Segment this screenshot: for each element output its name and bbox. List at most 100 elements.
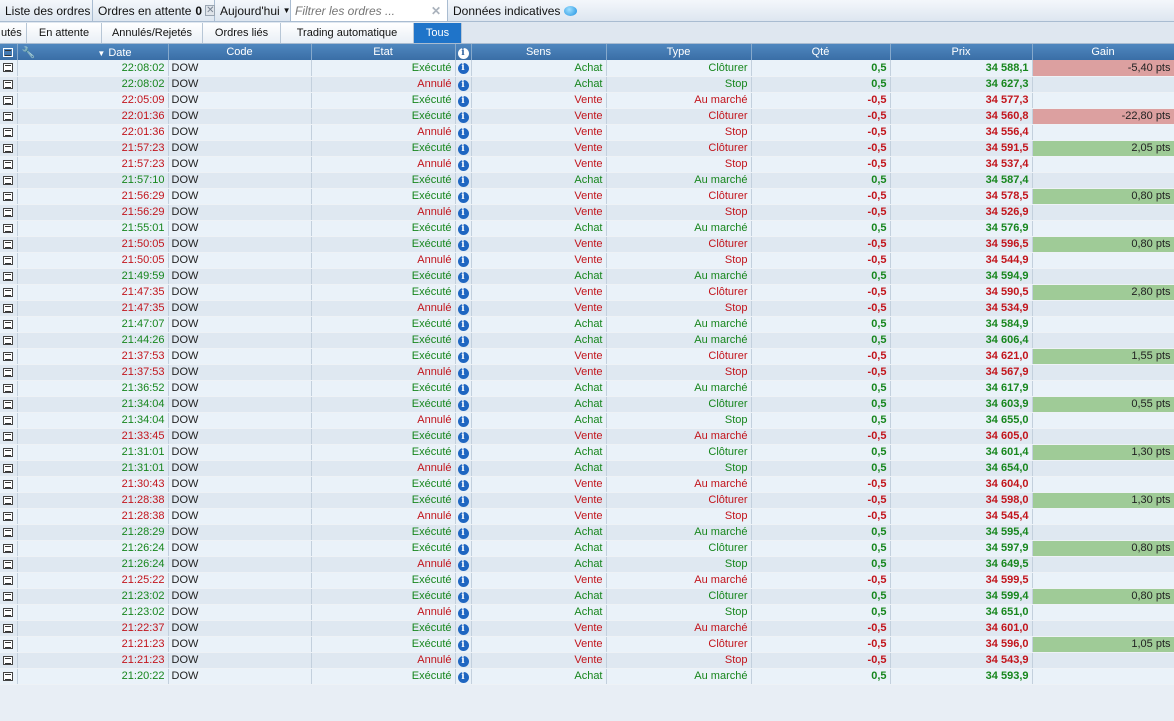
table-row[interactable]: 21:57:10 DOW Exécuté i Achat Au marché 0,5 34 5… <box>0 172 1174 189</box>
table-row[interactable]: 21:21:23 DOW Exécuté i Vente Clôturer -0,5 34 5… <box>0 636 1174 653</box>
info-cell[interactable]: i <box>455 636 472 653</box>
info-cell[interactable]: i <box>455 284 472 301</box>
table-row[interactable]: 21:56:29 DOW Exécuté i Vente Clôturer -0,5 34 5… <box>0 188 1174 205</box>
info-cell[interactable]: i <box>455 476 472 493</box>
table-row[interactable]: 21:31:01 DOW Exécuté i Achat Clôturer 0,5 34 60… <box>0 444 1174 461</box>
table-row[interactable]: 21:30:43 DOW Exécuté i Vente Au marché -0,5 34 … <box>0 476 1174 493</box>
document-icon[interactable] <box>3 271 14 281</box>
prix-column-header[interactable]: Prix <box>890 44 1033 60</box>
info-cell[interactable]: i <box>455 220 472 237</box>
info-icon[interactable]: i <box>457 527 469 539</box>
info-icon[interactable]: i <box>457 479 469 491</box>
detail-cell[interactable] <box>0 220 18 237</box>
info-icon[interactable]: i <box>457 591 469 603</box>
table-row[interactable]: 21:31:01 DOW Annulé i Achat Stop 0,5 34 654,0 <box>0 460 1174 477</box>
info-cell[interactable]: i <box>455 444 472 461</box>
info-cell[interactable]: i <box>455 268 472 285</box>
info-icon[interactable]: i <box>457 191 469 203</box>
table-row[interactable]: 22:05:09 DOW Exécuté i Vente Au marché -0,5 34 … <box>0 92 1174 109</box>
info-cell[interactable]: i <box>455 668 472 685</box>
detail-cell[interactable] <box>0 524 18 541</box>
detail-cell[interactable] <box>0 572 18 589</box>
table-row[interactable]: 21:37:53 DOW Exécuté i Vente Clôturer -0,5 34 6… <box>0 348 1174 365</box>
gain-column-header[interactable]: Gain <box>1032 44 1174 60</box>
type-column-header[interactable]: Type <box>606 44 752 60</box>
document-icon[interactable] <box>3 287 14 297</box>
detail-cell[interactable] <box>0 668 18 685</box>
document-icon[interactable] <box>3 607 14 617</box>
info-cell[interactable]: i <box>455 380 472 397</box>
info-cell[interactable]: i <box>455 620 472 637</box>
document-icon[interactable] <box>3 431 14 441</box>
info-icon[interactable]: i <box>457 223 469 235</box>
indicative-data[interactable]: Données indicatives <box>448 0 582 21</box>
detail-cell[interactable] <box>0 92 18 109</box>
info-cell[interactable]: i <box>455 396 472 413</box>
detail-cell[interactable] <box>0 252 18 269</box>
info-icon[interactable]: i <box>457 559 469 571</box>
document-icon[interactable] <box>3 463 14 473</box>
info-cell[interactable]: i <box>455 652 472 669</box>
info-icon[interactable]: i <box>457 671 469 683</box>
info-cell[interactable]: i <box>455 508 472 525</box>
detail-cell[interactable] <box>0 172 18 189</box>
info-cell[interactable]: i <box>455 428 472 445</box>
sens-column-header[interactable]: Sens <box>471 44 607 60</box>
document-icon[interactable] <box>3 415 14 425</box>
document-icon[interactable] <box>3 95 14 105</box>
table-row[interactable]: 21:47:35 DOW Annulé i Vente Stop -0,5 34 534,9 <box>0 300 1174 317</box>
table-row[interactable]: 21:50:05 DOW Annulé i Vente Stop -0,5 34 544,9 <box>0 252 1174 269</box>
info-cell[interactable]: i <box>455 108 472 125</box>
detail-cell[interactable] <box>0 508 18 525</box>
document-icon[interactable] <box>3 239 14 249</box>
detail-cell[interactable] <box>0 156 18 173</box>
info-icon[interactable]: i <box>457 447 469 459</box>
info-cell[interactable]: i <box>455 540 472 557</box>
table-row[interactable]: 21:47:35 DOW Exécuté i Vente Clôturer -0,5 34 5… <box>0 284 1174 301</box>
table-row[interactable]: 21:28:38 DOW Exécuté i Vente Clôturer -0,5 34 5… <box>0 492 1174 509</box>
table-row[interactable]: 21:37:53 DOW Annulé i Vente Stop -0,5 34 567,9 <box>0 364 1174 381</box>
table-row[interactable]: 21:44:26 DOW Exécuté i Achat Au marché 0,5 34 6… <box>0 332 1174 349</box>
info-cell[interactable]: i <box>455 188 472 205</box>
info-cell[interactable]: i <box>455 348 472 365</box>
detail-cell[interactable] <box>0 492 18 509</box>
table-row[interactable]: 21:20:22 DOW Exécuté i Achat Au marché 0,5 34 5… <box>0 668 1174 685</box>
document-icon[interactable] <box>3 559 14 569</box>
document-icon[interactable] <box>3 207 14 217</box>
orders-list-button[interactable]: Liste des ordres <box>0 0 93 21</box>
info-icon[interactable]: i <box>457 367 469 379</box>
info-icon[interactable]: i <box>457 95 469 107</box>
detail-cell[interactable] <box>0 188 18 205</box>
clear-pending-icon[interactable]: ✕ <box>205 5 216 16</box>
detail-cell[interactable] <box>0 540 18 557</box>
table-row[interactable]: 21:21:23 DOW Annulé i Vente Stop -0,5 34 543,9 <box>0 652 1174 669</box>
info-cell[interactable]: i <box>455 236 472 253</box>
detail-cell[interactable] <box>0 348 18 365</box>
info-cell[interactable]: i <box>455 156 472 173</box>
info-icon[interactable]: i <box>457 319 469 331</box>
document-icon[interactable] <box>3 671 14 681</box>
table-row[interactable]: 21:50:05 DOW Exécuté i Vente Clôturer -0,5 34 5… <box>0 236 1174 253</box>
info-icon[interactable]: i <box>457 399 469 411</box>
info-icon[interactable]: i <box>457 335 469 347</box>
info-icon[interactable]: i <box>457 623 469 635</box>
info-icon[interactable]: i <box>457 175 469 187</box>
table-row[interactable]: 21:23:02 DOW Exécuté i Achat Clôturer 0,5 34 59… <box>0 588 1174 605</box>
table-row[interactable]: 21:34:04 DOW Exécuté i Achat Clôturer 0,5 34 60… <box>0 396 1174 413</box>
detail-cell[interactable] <box>0 412 18 429</box>
info-icon[interactable]: i <box>457 255 469 267</box>
info-icon[interactable]: i <box>457 239 469 251</box>
info-cell[interactable]: i <box>455 300 472 317</box>
detail-cell[interactable] <box>0 604 18 621</box>
table-row[interactable]: 22:08:02 DOW Exécuté i Achat Clôturer 0,5 34 58… <box>0 60 1174 77</box>
info-icon[interactable]: i <box>457 79 469 91</box>
detail-cell[interactable] <box>0 396 18 413</box>
table-row[interactable]: 21:23:02 DOW Annulé i Achat Stop 0,5 34 651,0 <box>0 604 1174 621</box>
table-row[interactable]: 21:57:23 DOW Exécuté i Vente Clôturer -0,5 34 5… <box>0 140 1174 157</box>
detail-cell[interactable] <box>0 380 18 397</box>
document-icon[interactable] <box>3 639 14 649</box>
document-icon[interactable] <box>3 623 14 633</box>
table-row[interactable]: 21:28:38 DOW Annulé i Vente Stop -0,5 34 545,4 <box>0 508 1174 525</box>
info-cell[interactable]: i <box>455 76 472 93</box>
document-icon[interactable] <box>3 175 14 185</box>
